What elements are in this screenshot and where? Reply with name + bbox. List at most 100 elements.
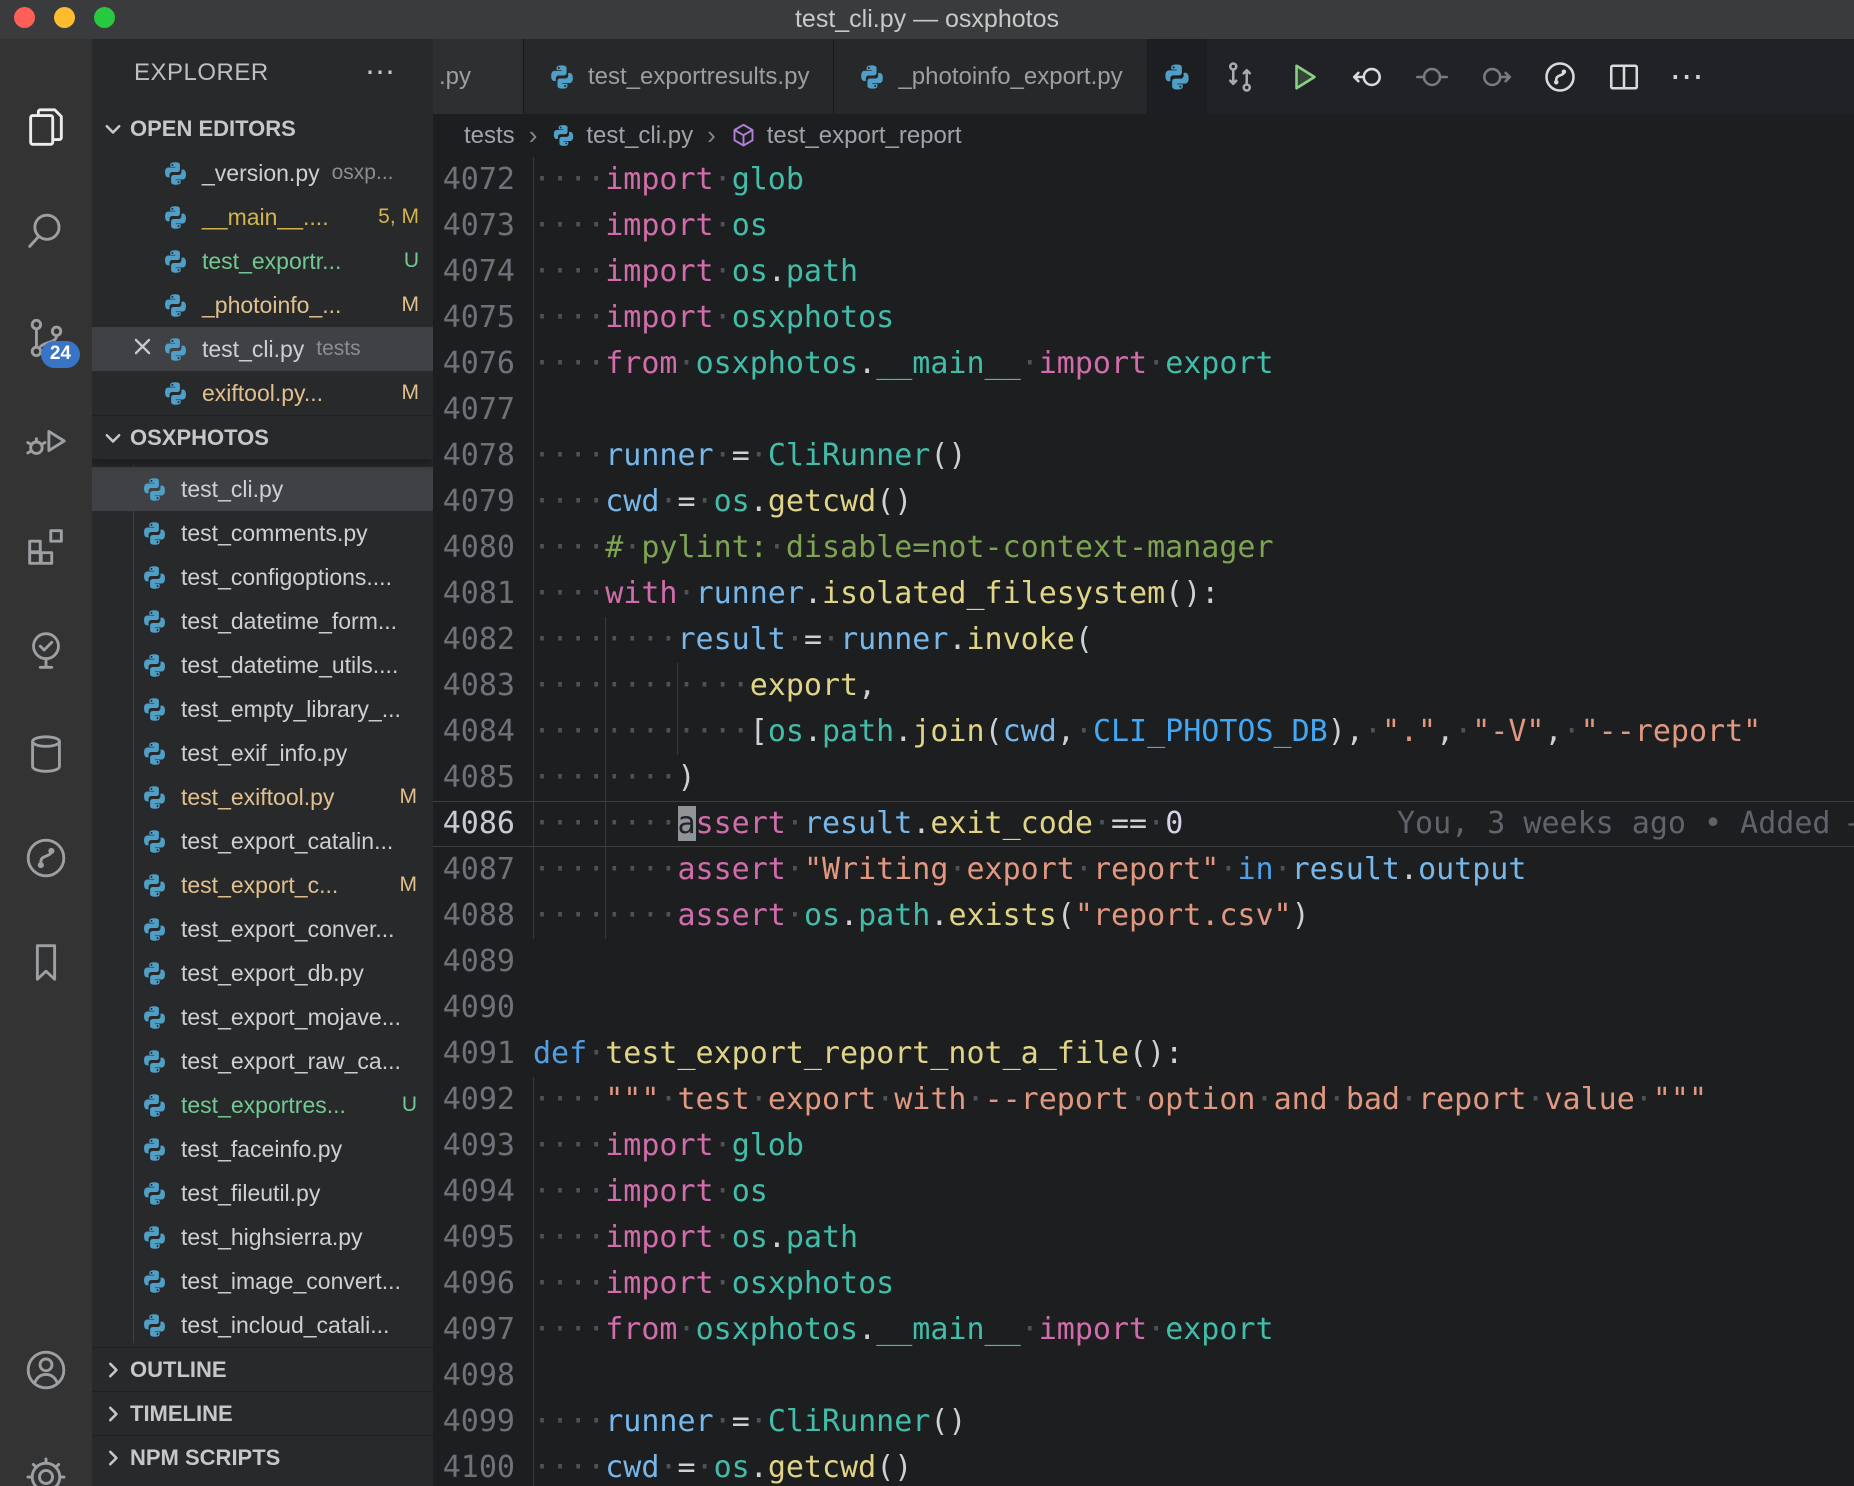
code-line[interactable]: 4099····runner·=·CliRunner() bbox=[433, 1399, 1854, 1445]
code-line[interactable]: 4094····import·os bbox=[433, 1169, 1854, 1215]
code-line[interactable]: 4080····#·pylint:·disable=not-context-ma… bbox=[433, 525, 1854, 571]
open-editor-item[interactable]: test_exportr...U bbox=[92, 239, 433, 283]
tree-item[interactable]: test_datetime_form... bbox=[92, 599, 433, 643]
code-line[interactable]: 4081····with·runner.isolated_filesystem(… bbox=[433, 571, 1854, 617]
source-control-icon[interactable]: 24 bbox=[20, 312, 72, 364]
tree-item[interactable]: test_faceinfo.py bbox=[92, 1127, 433, 1171]
breadcrumb-file[interactable]: test_cli.py bbox=[551, 122, 693, 150]
code-line[interactable]: 4095····import·os.path bbox=[433, 1215, 1854, 1261]
gitlens-icon[interactable] bbox=[20, 832, 72, 884]
open-editor-item[interactable]: test_cli.pytests bbox=[92, 327, 433, 371]
code-token: . bbox=[804, 714, 822, 749]
code-line[interactable]: 4086········assert·result.exit_code·==·0… bbox=[433, 801, 1854, 847]
extensions-icon[interactable] bbox=[20, 520, 72, 572]
project-section-header[interactable]: OSXPHOTOS bbox=[92, 415, 433, 459]
code-line[interactable]: 4082········result·=·runner.invoke( bbox=[433, 617, 1854, 663]
editor-tab[interactable] bbox=[1148, 39, 1207, 114]
minimize-window-button[interactable] bbox=[54, 7, 75, 28]
window-controls[interactable] bbox=[14, 7, 115, 28]
navigate-forward-icon[interactable] bbox=[1477, 58, 1515, 96]
tree-item[interactable]: test_export_mojave... bbox=[92, 995, 433, 1039]
code-line[interactable]: 4072····import·glob bbox=[433, 157, 1854, 203]
code-editor[interactable]: 4072····import·glob4073····import·os4074… bbox=[433, 157, 1854, 1486]
navigate-back-icon[interactable] bbox=[1349, 58, 1387, 96]
code-token: ···· bbox=[533, 438, 605, 473]
tree-item[interactable]: test_cli.py bbox=[92, 467, 433, 511]
tab-label: _photoinfo_export.py bbox=[898, 63, 1122, 91]
open-editor-item[interactable]: __main__....5, M bbox=[92, 195, 433, 239]
code-line[interactable]: 4083············export, bbox=[433, 663, 1854, 709]
code-line[interactable]: 4077 bbox=[433, 387, 1854, 433]
code-line[interactable]: 4090 bbox=[433, 985, 1854, 1031]
code-line[interactable]: 4088········assert·os.path.exists("repor… bbox=[433, 893, 1854, 939]
code-line[interactable]: 4085········) bbox=[433, 755, 1854, 801]
editor-tab[interactable]: .py bbox=[433, 39, 524, 114]
code-line[interactable]: 4091def·test_export_report_not_a_file(): bbox=[433, 1031, 1854, 1077]
line-content: ····import·glob bbox=[533, 157, 1854, 203]
tree-item[interactable]: test_datetime_utils.... bbox=[92, 643, 433, 687]
tree-item[interactable]: test_exportres...U bbox=[92, 1083, 433, 1127]
code-line[interactable]: 4075····import·osxphotos bbox=[433, 295, 1854, 341]
database-icon[interactable] bbox=[20, 728, 72, 780]
code-line[interactable]: 4097····from·osxphotos.__main__·import·e… bbox=[433, 1307, 1854, 1353]
gitlens-history-icon[interactable] bbox=[1541, 58, 1579, 96]
editor-tab[interactable]: test_exportresults.py bbox=[524, 39, 834, 114]
code-line[interactable]: 4074····import·os.path bbox=[433, 249, 1854, 295]
outline-section-header[interactable]: OUTLINE bbox=[92, 1347, 433, 1391]
more-actions-icon[interactable]: ⋯ bbox=[1669, 58, 1707, 96]
code-line[interactable]: 4084············[os.path.join(cwd,·CLI_P… bbox=[433, 709, 1854, 755]
code-line[interactable]: 4096····import·osxphotos bbox=[433, 1261, 1854, 1307]
settings-gear-icon[interactable] bbox=[20, 1451, 72, 1486]
search-icon[interactable] bbox=[20, 206, 72, 258]
code-line[interactable]: 4073····import·os bbox=[433, 203, 1854, 249]
tree-item[interactable]: test_image_convert... bbox=[92, 1259, 433, 1303]
split-editor-icon[interactable] bbox=[1605, 58, 1643, 96]
code-token: · bbox=[714, 162, 732, 197]
tree-item[interactable]: test_empty_library_... bbox=[92, 687, 433, 731]
account-icon[interactable] bbox=[20, 1344, 72, 1396]
code-line[interactable]: 4078····runner·=·CliRunner() bbox=[433, 433, 1854, 479]
tree-item[interactable]: test_exiftool.pyM bbox=[92, 775, 433, 819]
run-python-file-icon[interactable] bbox=[1285, 58, 1323, 96]
close-icon[interactable] bbox=[132, 336, 162, 363]
zoom-window-button[interactable] bbox=[94, 7, 115, 28]
tree-item[interactable]: test_export_conver... bbox=[92, 907, 433, 951]
explorer-more-actions-icon[interactable]: ⋯ bbox=[365, 63, 397, 83]
code-line[interactable]: 4092····"""·test·export·with·--report·op… bbox=[433, 1077, 1854, 1123]
code-line[interactable]: 4098 bbox=[433, 1353, 1854, 1399]
close-window-button[interactable] bbox=[14, 7, 35, 28]
run-debug-icon[interactable] bbox=[20, 415, 72, 467]
bookmarks-icon[interactable] bbox=[20, 936, 72, 988]
tree-item[interactable]: test_fileutil.py bbox=[92, 1171, 433, 1215]
open-changes-icon[interactable] bbox=[1221, 58, 1259, 96]
npm-scripts-section-header[interactable]: NPM SCRIPTS bbox=[92, 1435, 433, 1479]
code-line[interactable]: 4087········assert·"Writing·export·repor… bbox=[433, 847, 1854, 893]
code-token: · bbox=[714, 1174, 732, 1209]
tree-item[interactable]: test_export_db.py bbox=[92, 951, 433, 995]
code-line[interactable]: 4089 bbox=[433, 939, 1854, 985]
tree-item[interactable]: test_export_raw_ca... bbox=[92, 1039, 433, 1083]
timeline-section-header[interactable]: TIMELINE bbox=[92, 1391, 433, 1435]
tree-item[interactable]: test_incloud_catali... bbox=[92, 1303, 433, 1347]
code-line[interactable]: 4100····cwd·=·os.getcwd() bbox=[433, 1445, 1854, 1486]
tree-view-icon[interactable] bbox=[20, 624, 72, 676]
open-editor-item[interactable]: _version.pyosxp... bbox=[92, 151, 433, 195]
tree-item[interactable]: test_export_catalin... bbox=[92, 819, 433, 863]
editor-tab[interactable]: _photoinfo_export.py bbox=[834, 39, 1147, 114]
open-editor-item[interactable]: _photoinfo_...M bbox=[92, 283, 433, 327]
current-change-icon[interactable] bbox=[1413, 58, 1451, 96]
code-line[interactable]: 4093····import·glob bbox=[433, 1123, 1854, 1169]
tree-item-name: test_fileutil.py bbox=[181, 1180, 320, 1207]
tree-item[interactable]: test_comments.py bbox=[92, 511, 433, 555]
tree-item[interactable]: test_exif_info.py bbox=[92, 731, 433, 775]
tree-item[interactable]: test_highsierra.py bbox=[92, 1215, 433, 1259]
breadcrumb-symbol[interactable]: test_export_report bbox=[730, 122, 962, 150]
tree-item[interactable]: test_export_c...M bbox=[92, 863, 433, 907]
open-editors-header[interactable]: OPEN EDITORS bbox=[92, 107, 433, 151]
code-line[interactable]: 4076····from·osxphotos.__main__·import·e… bbox=[433, 341, 1854, 387]
code-line[interactable]: 4079····cwd·=·os.getcwd() bbox=[433, 479, 1854, 525]
explorer-icon[interactable] bbox=[20, 102, 72, 154]
tree-item[interactable]: test_configoptions.... bbox=[92, 555, 433, 599]
breadcrumb-folder[interactable]: tests bbox=[464, 122, 515, 150]
open-editor-item[interactable]: exiftool.py...M bbox=[92, 371, 433, 415]
